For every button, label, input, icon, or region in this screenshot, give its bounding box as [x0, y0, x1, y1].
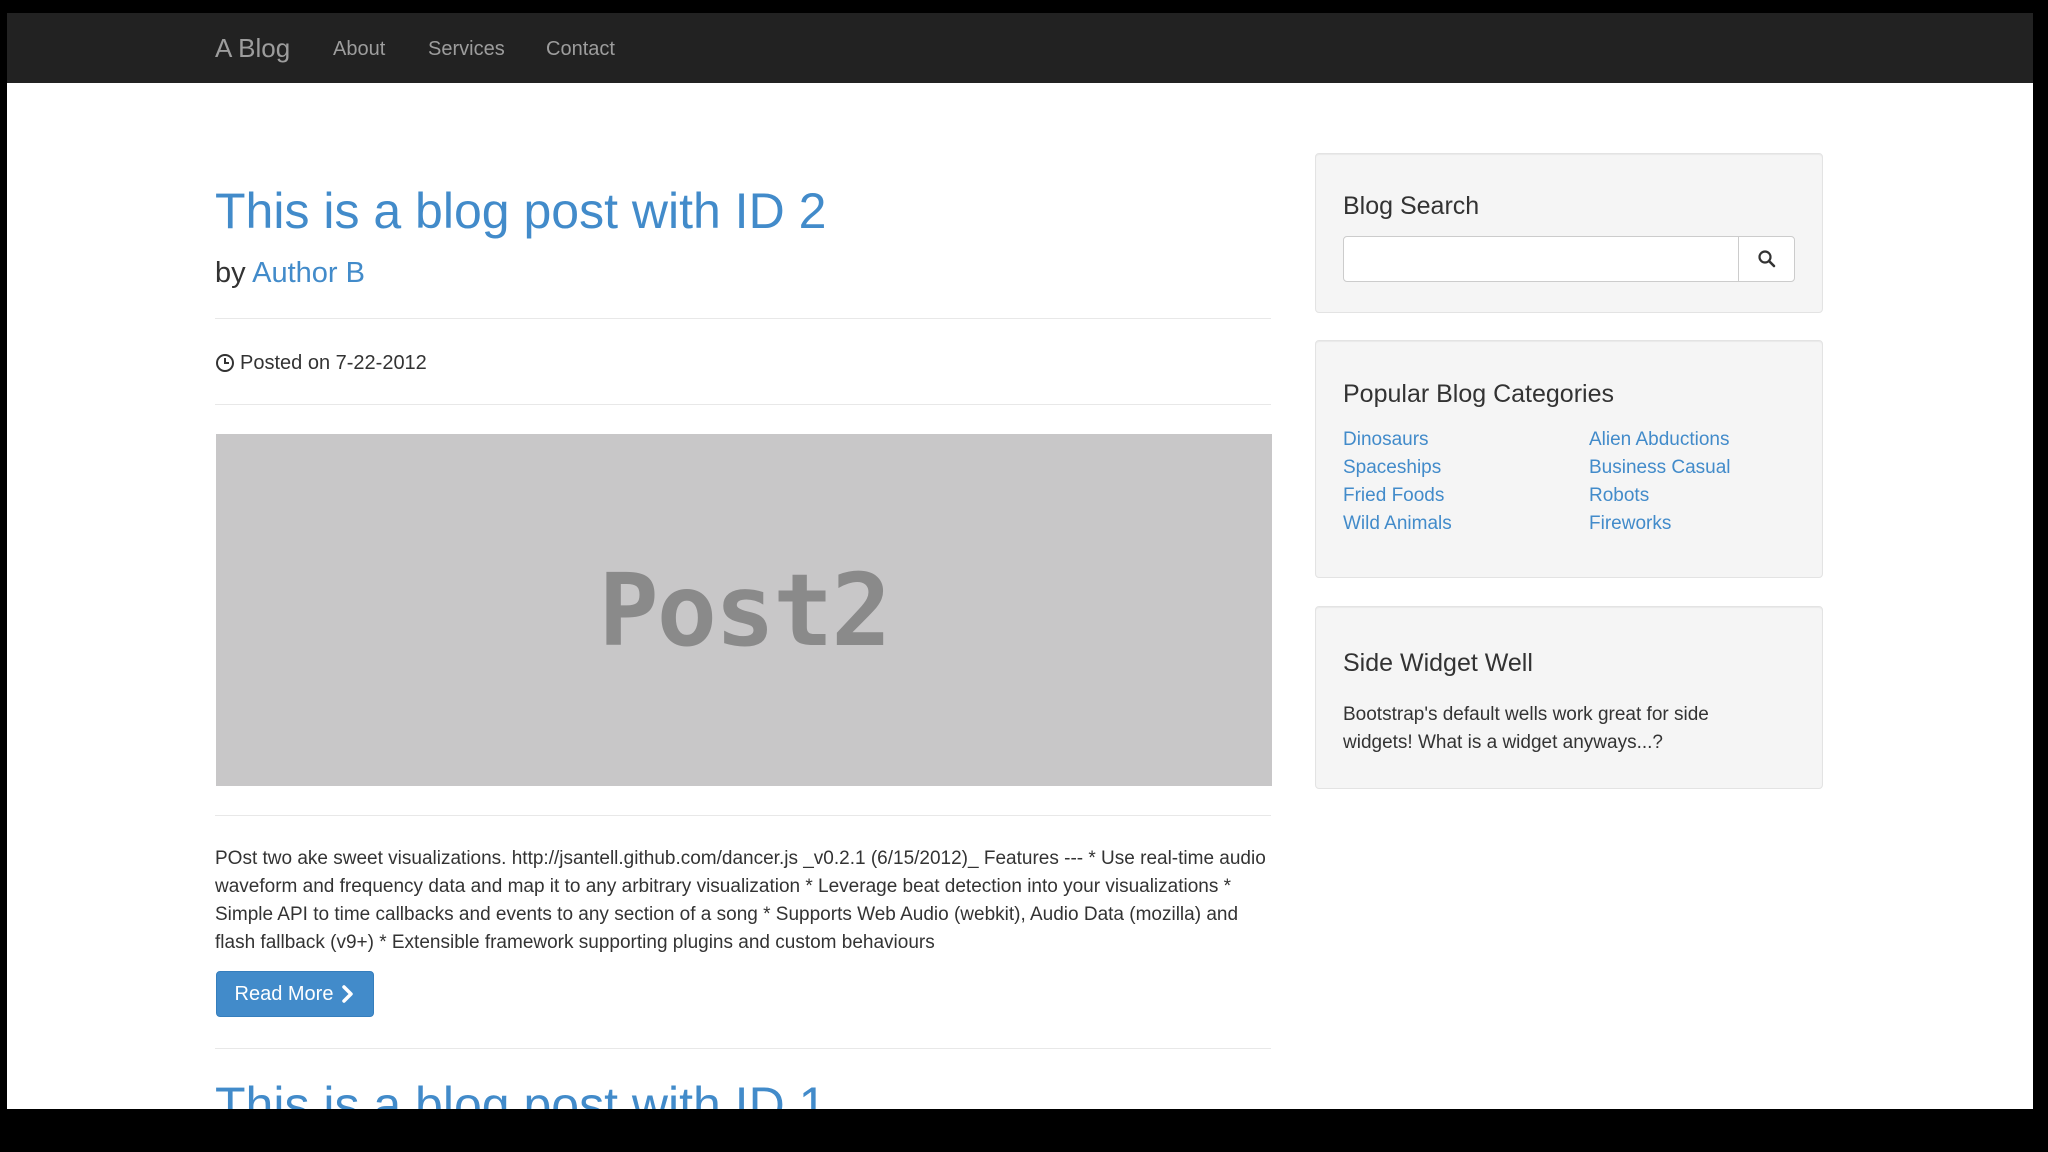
search-icon	[1757, 250, 1775, 268]
post-date-text: Posted on 7-22-2012	[240, 352, 427, 374]
side-widget-text: Bootstrap's default wells work great for…	[1343, 704, 1709, 753]
post-byline: by Author B	[215, 255, 365, 291]
author-link[interactable]: Author B	[252, 257, 365, 289]
post-image: Post2	[216, 434, 1272, 786]
category-link[interactable]: Spaceships	[1343, 454, 1452, 482]
nav-services-link[interactable]: Services	[428, 36, 505, 62]
nav-contact-link[interactable]: Contact	[546, 36, 615, 62]
divider	[215, 318, 1271, 319]
category-link[interactable]: Fireworks	[1589, 510, 1731, 538]
browser-viewport: A Blog About Services Contact This is a …	[7, 13, 2033, 1109]
navbar: A Blog About Services Contact	[7, 13, 2033, 83]
category-link[interactable]: Alien Abductions	[1589, 426, 1731, 454]
side-widget-well: Side Widget Well Bootstrap's default wel…	[1315, 606, 1823, 789]
category-link[interactable]: Wild Animals	[1343, 510, 1452, 538]
blog-search-well: Blog Search	[1315, 153, 1823, 313]
brand-link[interactable]: A Blog	[215, 32, 290, 64]
categories-heading: Popular Blog Categories	[1343, 380, 1614, 408]
chevron-right-icon	[342, 985, 354, 1003]
divider	[215, 815, 1271, 816]
post-date: Posted on 7-22-2012	[215, 351, 427, 375]
category-list-right: Alien Abductions Business Casual Robots …	[1589, 426, 1731, 538]
post-title-link[interactable]: This is a blog post with ID 2	[215, 181, 826, 241]
category-link[interactable]: Fried Foods	[1343, 482, 1452, 510]
search-button[interactable]	[1738, 236, 1795, 282]
category-list-left: Dinosaurs Spaceships Fried Foods Wild An…	[1343, 426, 1452, 538]
category-link[interactable]: Dinosaurs	[1343, 426, 1452, 454]
divider	[215, 404, 1271, 405]
side-widget-heading: Side Widget Well	[1343, 649, 1533, 677]
clock-icon	[216, 354, 234, 372]
read-more-label: Read More	[234, 982, 334, 1005]
nav-about-link[interactable]: About	[333, 36, 385, 62]
category-link[interactable]: Robots	[1589, 482, 1731, 510]
category-link[interactable]: Business Casual	[1589, 454, 1731, 482]
blog-search-heading: Blog Search	[1343, 192, 1480, 220]
search-input[interactable]	[1343, 236, 1739, 282]
categories-well: Popular Blog Categories Dinosaurs Spaces…	[1315, 340, 1823, 578]
post-excerpt: POst two ake sweet visualizations. http:…	[215, 848, 1266, 953]
next-post-title-link[interactable]: This is a blog post with ID 1	[215, 1075, 826, 1109]
divider	[215, 1048, 1271, 1049]
read-more-button[interactable]: Read More	[216, 971, 374, 1017]
post-image-label: Post2	[598, 551, 891, 669]
byline-prefix: by	[215, 257, 246, 289]
